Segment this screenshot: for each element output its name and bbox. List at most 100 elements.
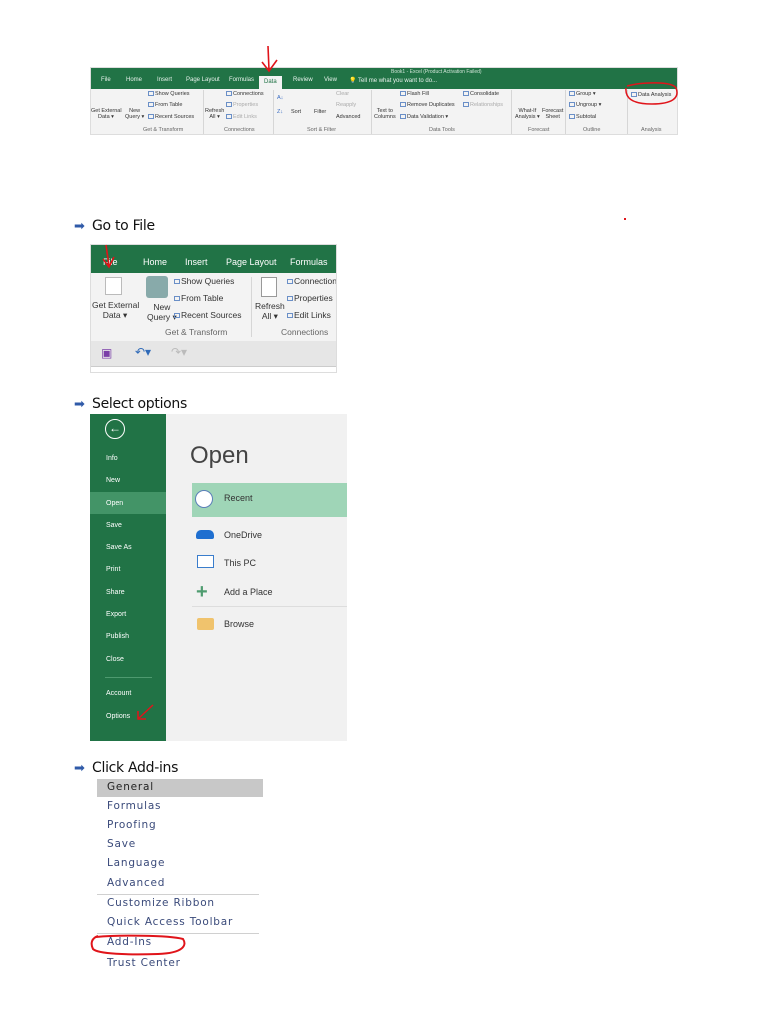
menu-item-share[interactable]: Share [106,589,125,596]
options-item-customize-ribbon[interactable]: Customize Ribbon [107,897,215,909]
from-table-button[interactable]: From Table [148,102,182,108]
onedrive-icon [196,530,214,539]
menu-item-account[interactable]: Account [106,690,131,697]
divider [371,90,372,134]
subtotal-button[interactable]: Subtotal [569,114,596,120]
edit-links-button[interactable]: Edit Links [287,310,331,321]
edit-links-button[interactable]: Edit Links [226,114,257,120]
options-item-trust-center[interactable]: Trust Center [107,957,181,969]
undo-icon[interactable]: ↶▾ [135,345,151,359]
properties-button[interactable]: Properties [226,102,258,108]
tell-me-box[interactable]: 💡 Tell me what you want to do... [349,77,437,84]
remove-duplicates-icon [400,102,406,108]
menu-item-close[interactable]: Close [106,656,124,663]
back-arrow-icon[interactable]: ← [105,419,125,439]
tab-data[interactable]: Data [259,76,282,89]
connections-button[interactable]: Connections [287,276,336,287]
table-icon [174,296,180,302]
group-button[interactable]: Group ▾ [569,91,596,97]
redo-icon[interactable]: ↷▾ [171,345,187,359]
from-table-button[interactable]: From Table [174,293,223,304]
step-heading: ➡ Click Add-ins [74,760,179,776]
options-item-save[interactable]: Save [107,838,136,850]
location-onedrive[interactable]: OneDrive [224,530,262,540]
tab-file[interactable]: File [101,77,111,83]
divider [97,894,259,895]
tab-review[interactable]: Review [293,77,313,83]
group-label: Data Tools [429,127,455,133]
get-external-data-icon [105,277,122,295]
plus-icon: + [196,581,208,603]
recent-sources-button[interactable]: Recent Sources [174,310,241,321]
tab-home[interactable]: Home [126,77,142,83]
data-validation-icon [400,114,406,120]
properties-button[interactable]: Properties [287,293,333,304]
table-icon [148,91,154,97]
text-to-columns-button[interactable]: Text to Columns [374,108,396,120]
options-item-advanced[interactable]: Advanced [107,877,165,889]
arrow-right-icon: ➡ [74,218,85,234]
menu-item-export[interactable]: Export [106,611,126,618]
reapply-button[interactable]: Reapply [336,102,356,108]
sort-az-icon[interactable]: A↓ [277,95,283,101]
location-browse[interactable]: Browse [224,619,254,629]
menu-item-save[interactable]: Save [106,522,122,529]
ungroup-icon [569,102,575,108]
remove-duplicates-button[interactable]: Remove Duplicates [400,102,455,108]
menu-item-publish[interactable]: Publish [106,633,129,640]
recent-highlight[interactable] [192,483,347,517]
tab-home[interactable]: Home [143,257,167,267]
menu-item-print[interactable]: Print [106,566,120,573]
sort-button[interactable]: Sort [291,109,301,115]
advanced-button[interactable]: Advanced [336,114,360,120]
menu-item-options[interactable]: Options [106,713,130,720]
menu-item-save-as[interactable]: Save As [106,544,132,551]
tab-formulas[interactable]: Formulas [229,77,254,83]
tab-insert[interactable]: Insert [185,257,208,267]
tab-page-layout[interactable]: Page Layout [226,257,277,267]
ungroup-button[interactable]: Ungroup ▾ [569,102,601,108]
data-validation-button[interactable]: Data Validation ▾ [400,114,448,120]
divider [192,606,347,607]
show-queries-button[interactable]: Show Queries [148,91,190,97]
location-this-pc[interactable]: This PC [224,558,256,568]
what-if-analysis-button[interactable]: What-If Analysis ▾ [515,108,540,120]
flash-fill-icon [400,91,406,97]
menu-item-info[interactable]: Info [106,455,118,462]
new-query-button[interactable]: New Query ▾ [147,302,177,323]
table-icon [148,102,154,108]
tab-page-layout[interactable]: Page Layout [186,77,220,83]
get-external-data-button[interactable]: Get External Data ▾ [92,300,139,321]
menu-item-new[interactable]: New [106,477,120,484]
refresh-all-button[interactable]: Refresh All ▾ [205,108,224,120]
clear-button[interactable]: Clear [336,91,349,97]
filter-button[interactable]: Filter [314,109,326,115]
connections-button[interactable]: Connections [226,91,264,97]
relationships-button[interactable]: Relationships [463,102,503,108]
refresh-all-button[interactable]: Refresh All ▾ [255,301,285,322]
tab-formulas[interactable]: Formulas [290,257,328,267]
save-icon[interactable]: ▣ [101,346,112,360]
options-item-proofing[interactable]: Proofing [107,819,156,831]
options-item-formulas[interactable]: Formulas [107,800,161,812]
get-external-data-button[interactable]: Get External Data ▾ [91,108,122,120]
divider [251,277,252,337]
tab-view[interactable]: View [324,77,337,83]
options-item-language[interactable]: Language [107,857,165,869]
menu-item-open[interactable]: Open [106,500,123,507]
group-label: Analysis [641,127,662,133]
clock-icon [174,313,180,319]
show-queries-button[interactable]: Show Queries [174,276,234,287]
recent-sources-button[interactable]: Recent Sources [148,114,194,120]
consolidate-button[interactable]: Consolidate [463,91,499,97]
new-query-icon [146,276,168,298]
location-recent[interactable]: Recent [224,493,253,503]
sort-za-icon[interactable]: Z↓ [277,109,283,115]
forecast-sheet-button[interactable]: Forecast Sheet [542,108,563,120]
options-item-quick-access-toolbar[interactable]: Quick Access Toolbar [107,916,233,928]
options-item-general[interactable]: General [107,781,154,793]
tab-insert[interactable]: Insert [157,77,172,83]
flash-fill-button[interactable]: Flash Fill [400,91,429,97]
location-add-a-place[interactable]: Add a Place [224,587,273,597]
new-query-button[interactable]: New Query ▾ [125,108,144,120]
